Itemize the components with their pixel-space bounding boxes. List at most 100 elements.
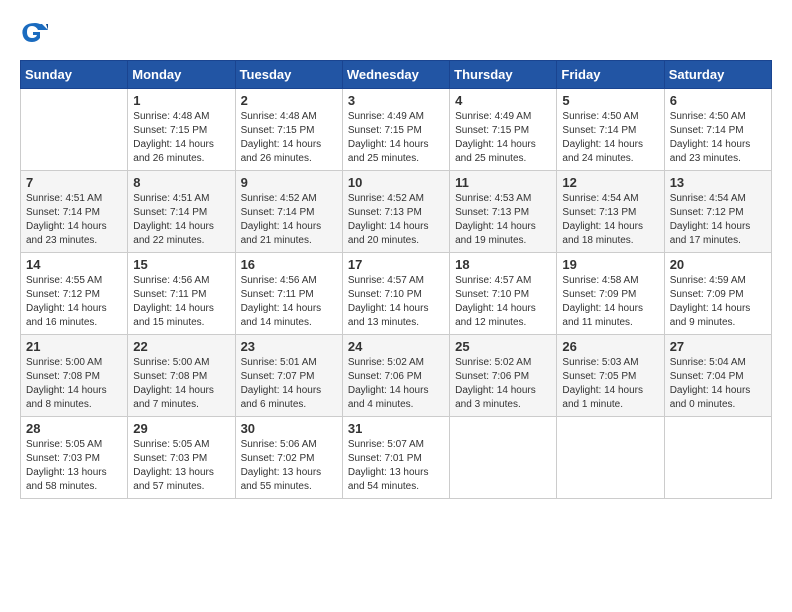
day-info: Sunrise: 4:54 AM Sunset: 7:13 PM Dayligh… (562, 192, 658, 248)
day-info: Sunrise: 5:03 AM Sunset: 7:05 PM Dayligh… (562, 356, 658, 412)
weekday-header-row: SundayMondayTuesdayWednesdayThursdayFrid… (21, 61, 772, 89)
calendar-table: SundayMondayTuesdayWednesdayThursdayFrid… (20, 60, 772, 499)
day-info: Sunrise: 5:04 AM Sunset: 7:04 PM Dayligh… (670, 356, 766, 412)
day-number: 30 (241, 421, 337, 436)
day-number: 31 (348, 421, 444, 436)
day-info: Sunrise: 4:52 AM Sunset: 7:14 PM Dayligh… (241, 192, 337, 248)
day-number: 8 (133, 175, 229, 190)
calendar-cell (450, 417, 557, 499)
day-info: Sunrise: 4:49 AM Sunset: 7:15 PM Dayligh… (455, 110, 551, 166)
day-info: Sunrise: 4:59 AM Sunset: 7:09 PM Dayligh… (670, 274, 766, 330)
calendar-cell: 1 Sunrise: 4:48 AM Sunset: 7:15 PM Daylig… (128, 89, 235, 171)
day-info: Sunrise: 5:07 AM Sunset: 7:01 PM Dayligh… (348, 438, 444, 494)
calendar-cell: 26 Sunrise: 5:03 AM Sunset: 7:05 PM Dayli… (557, 335, 664, 417)
calendar-cell: 17 Sunrise: 4:57 AM Sunset: 7:10 PM Dayli… (342, 253, 449, 335)
day-number: 15 (133, 257, 229, 272)
day-number: 14 (26, 257, 122, 272)
day-info: Sunrise: 4:51 AM Sunset: 7:14 PM Dayligh… (133, 192, 229, 248)
calendar-cell (21, 89, 128, 171)
day-info: Sunrise: 5:05 AM Sunset: 7:03 PM Dayligh… (133, 438, 229, 494)
calendar-cell: 30 Sunrise: 5:06 AM Sunset: 7:02 PM Dayli… (235, 417, 342, 499)
calendar-week-row: 14 Sunrise: 4:55 AM Sunset: 7:12 PM Dayli… (21, 253, 772, 335)
calendar-cell: 2 Sunrise: 4:48 AM Sunset: 7:15 PM Daylig… (235, 89, 342, 171)
calendar-cell: 21Sunrise: 5:00 AM Sunset: 7:08 PM Dayli… (21, 335, 128, 417)
calendar-cell: 31 Sunrise: 5:07 AM Sunset: 7:01 PM Dayli… (342, 417, 449, 499)
day-info: Sunrise: 4:54 AM Sunset: 7:12 PM Dayligh… (670, 192, 766, 248)
day-number: 7 (26, 175, 122, 190)
day-number: 3 (348, 93, 444, 108)
day-info: Sunrise: 4:50 AM Sunset: 7:14 PM Dayligh… (670, 110, 766, 166)
day-info: Sunrise: 4:53 AM Sunset: 7:13 PM Dayligh… (455, 192, 551, 248)
day-number: 27 (670, 339, 766, 354)
calendar-cell: 16 Sunrise: 4:56 AM Sunset: 7:11 PM Dayli… (235, 253, 342, 335)
calendar-cell: 8 Sunrise: 4:51 AM Sunset: 7:14 PM Daylig… (128, 171, 235, 253)
day-info: Sunrise: 4:55 AM Sunset: 7:12 PM Dayligh… (26, 274, 122, 330)
day-number: 29 (133, 421, 229, 436)
calendar-cell: 6 Sunrise: 4:50 AM Sunset: 7:14 PM Daylig… (664, 89, 771, 171)
day-number: 19 (562, 257, 658, 272)
calendar-cell: 12Sunrise: 4:54 AM Sunset: 7:13 PM Dayli… (557, 171, 664, 253)
calendar-cell: 23 Sunrise: 5:01 AM Sunset: 7:07 PM Dayli… (235, 335, 342, 417)
calendar-cell: 20 Sunrise: 4:59 AM Sunset: 7:09 PM Dayli… (664, 253, 771, 335)
weekday-header-sunday: Sunday (21, 61, 128, 89)
day-number: 16 (241, 257, 337, 272)
logo-icon (20, 20, 50, 50)
calendar-cell: 18 Sunrise: 4:57 AM Sunset: 7:10 PM Dayli… (450, 253, 557, 335)
calendar-cell: 27 Sunrise: 5:04 AM Sunset: 7:04 PM Dayli… (664, 335, 771, 417)
calendar-cell (557, 417, 664, 499)
calendar-cell: 22 Sunrise: 5:00 AM Sunset: 7:08 PM Dayli… (128, 335, 235, 417)
day-info: Sunrise: 4:57 AM Sunset: 7:10 PM Dayligh… (455, 274, 551, 330)
weekday-header-saturday: Saturday (664, 61, 771, 89)
day-number: 20 (670, 257, 766, 272)
day-info: Sunrise: 4:57 AM Sunset: 7:10 PM Dayligh… (348, 274, 444, 330)
calendar-cell (664, 417, 771, 499)
day-info: Sunrise: 4:52 AM Sunset: 7:13 PM Dayligh… (348, 192, 444, 248)
day-info: Sunrise: 4:48 AM Sunset: 7:15 PM Dayligh… (241, 110, 337, 166)
day-number: 5 (562, 93, 658, 108)
weekday-header-monday: Monday (128, 61, 235, 89)
calendar-cell: 15 Sunrise: 4:56 AM Sunset: 7:11 PM Dayli… (128, 253, 235, 335)
calendar-week-row: 28Sunrise: 5:05 AM Sunset: 7:03 PM Dayli… (21, 417, 772, 499)
weekday-header-thursday: Thursday (450, 61, 557, 89)
day-number: 11 (455, 175, 551, 190)
calendar-cell: 5Sunrise: 4:50 AM Sunset: 7:14 PM Daylig… (557, 89, 664, 171)
calendar-cell: 3Sunrise: 4:49 AM Sunset: 7:15 PM Daylig… (342, 89, 449, 171)
day-number: 13 (670, 175, 766, 190)
day-number: 25 (455, 339, 551, 354)
calendar-cell: 14 Sunrise: 4:55 AM Sunset: 7:12 PM Dayli… (21, 253, 128, 335)
day-number: 2 (241, 93, 337, 108)
day-number: 17 (348, 257, 444, 272)
day-info: Sunrise: 5:02 AM Sunset: 7:06 PM Dayligh… (455, 356, 551, 412)
day-number: 18 (455, 257, 551, 272)
calendar-cell: 29 Sunrise: 5:05 AM Sunset: 7:03 PM Dayli… (128, 417, 235, 499)
day-info: Sunrise: 5:05 AM Sunset: 7:03 PM Dayligh… (26, 438, 122, 494)
calendar-cell: 19 Sunrise: 4:58 AM Sunset: 7:09 PM Dayli… (557, 253, 664, 335)
day-info: Sunrise: 4:58 AM Sunset: 7:09 PM Dayligh… (562, 274, 658, 330)
weekday-header-friday: Friday (557, 61, 664, 89)
calendar-cell: 11 Sunrise: 4:53 AM Sunset: 7:13 PM Dayli… (450, 171, 557, 253)
calendar-cell: 4 Sunrise: 4:49 AM Sunset: 7:15 PM Daylig… (450, 89, 557, 171)
calendar-cell: 9 Sunrise: 4:52 AM Sunset: 7:14 PM Daylig… (235, 171, 342, 253)
day-info: Sunrise: 5:00 AM Sunset: 7:08 PM Dayligh… (133, 356, 229, 412)
day-number: 9 (241, 175, 337, 190)
calendar-cell: 28Sunrise: 5:05 AM Sunset: 7:03 PM Dayli… (21, 417, 128, 499)
day-number: 10 (348, 175, 444, 190)
day-number: 22 (133, 339, 229, 354)
day-number: 1 (133, 93, 229, 108)
calendar-cell: 13 Sunrise: 4:54 AM Sunset: 7:12 PM Dayli… (664, 171, 771, 253)
day-info: Sunrise: 5:06 AM Sunset: 7:02 PM Dayligh… (241, 438, 337, 494)
day-number: 4 (455, 93, 551, 108)
day-number: 23 (241, 339, 337, 354)
day-info: Sunrise: 5:00 AM Sunset: 7:08 PM Dayligh… (26, 356, 122, 412)
calendar-cell: 24Sunrise: 5:02 AM Sunset: 7:06 PM Dayli… (342, 335, 449, 417)
day-number: 24 (348, 339, 444, 354)
day-info: Sunrise: 4:56 AM Sunset: 7:11 PM Dayligh… (133, 274, 229, 330)
day-info: Sunrise: 5:01 AM Sunset: 7:07 PM Dayligh… (241, 356, 337, 412)
day-info: Sunrise: 4:56 AM Sunset: 7:11 PM Dayligh… (241, 274, 337, 330)
calendar-cell: 7Sunrise: 4:51 AM Sunset: 7:14 PM Daylig… (21, 171, 128, 253)
weekday-header-wednesday: Wednesday (342, 61, 449, 89)
day-number: 26 (562, 339, 658, 354)
page-header (20, 20, 772, 50)
day-info: Sunrise: 4:48 AM Sunset: 7:15 PM Dayligh… (133, 110, 229, 166)
day-number: 6 (670, 93, 766, 108)
